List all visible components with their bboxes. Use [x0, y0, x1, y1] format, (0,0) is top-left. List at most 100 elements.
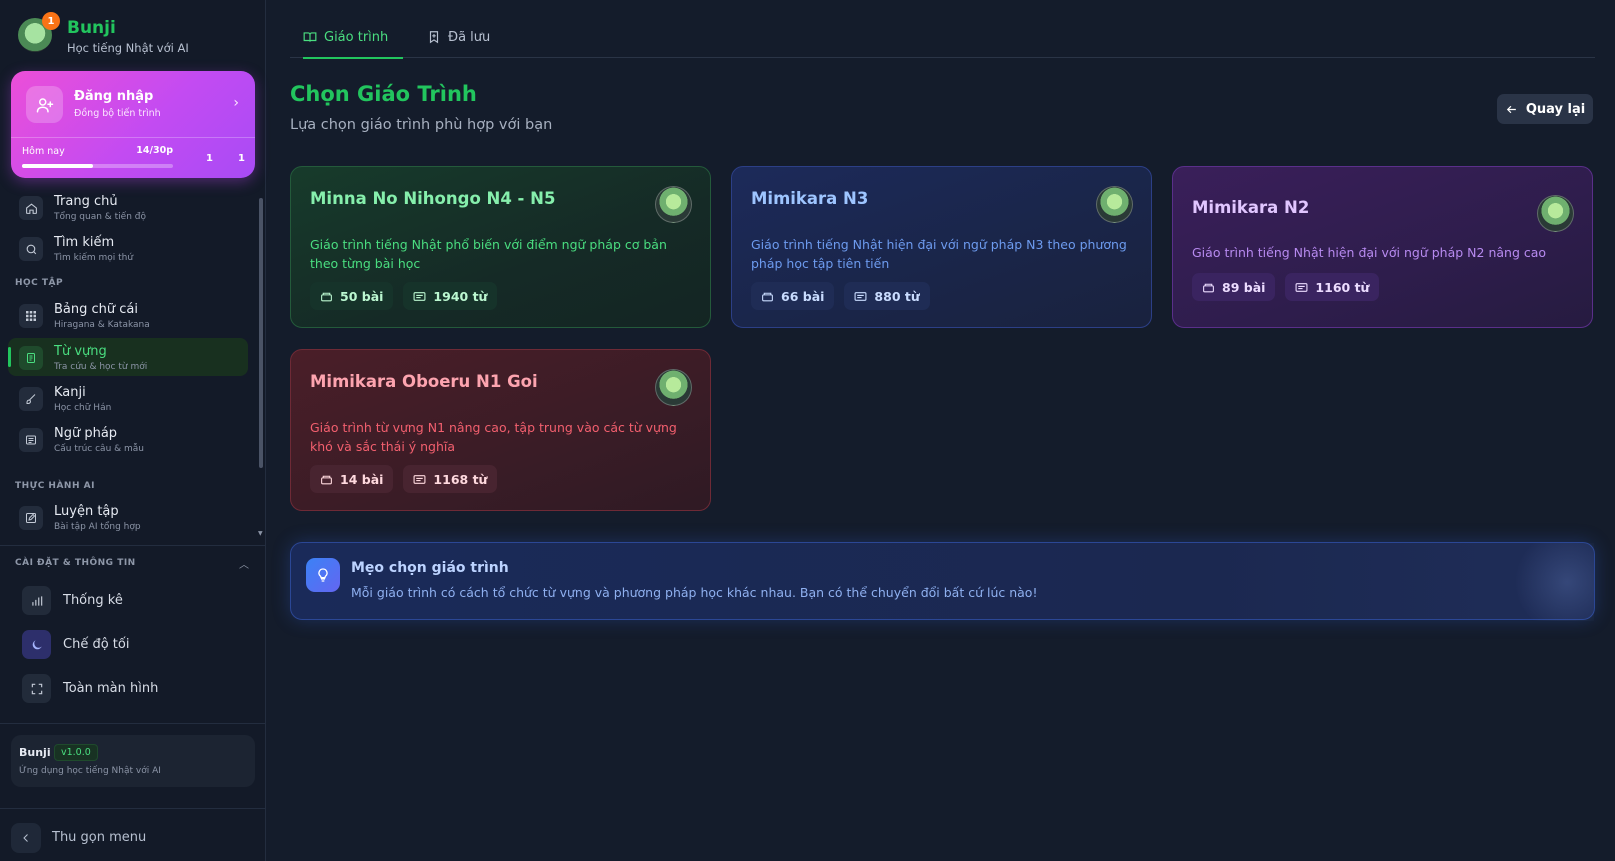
- mascot-avatar: [655, 369, 692, 406]
- list-icon: [19, 428, 43, 452]
- settings-label: Toàn màn hình: [63, 681, 159, 696]
- daily-progress-bar: [22, 164, 173, 168]
- tab-curriculum[interactable]: Giáo trình: [303, 30, 403, 59]
- tab-saved[interactable]: Đã lưu: [427, 30, 517, 58]
- tip-title: Mẹo chọn giáo trình: [351, 560, 509, 576]
- nav-label: Tìm kiếm: [54, 235, 115, 250]
- nav-item-home[interactable]: Trang chủ Tổng quan & tiến độ: [8, 188, 248, 226]
- login-subtitle: Đồng bộ tiến trình: [74, 108, 161, 119]
- back-label: Quay lại: [1525, 101, 1586, 117]
- course-stats: 66 bài 880 từ: [751, 282, 930, 310]
- tip-description: Mỗi giáo trình có cách tổ chức từ vựng v…: [351, 585, 1038, 600]
- settings-heading: CÀI ĐẶT & THÔNG TIN: [15, 558, 136, 568]
- moon-icon: [22, 630, 51, 659]
- settings-label: Chế độ tối: [63, 637, 130, 652]
- nav-sublabel: Cấu trúc câu & mẫu: [54, 444, 144, 454]
- collapse-menu-button[interactable]: [11, 823, 41, 853]
- brush-icon: [19, 387, 43, 411]
- settings-item-fullscreen[interactable]: Toàn màn hình: [22, 674, 252, 704]
- bar-chart-icon: [22, 586, 51, 615]
- settings-label: Thống kê: [63, 593, 123, 608]
- divider: [0, 808, 266, 809]
- version-card: Bunji v1.0.0 Ứng dụng học tiếng Nhật với…: [11, 735, 255, 787]
- mascot-avatar: [1537, 195, 1574, 232]
- level-count: 1: [238, 153, 245, 164]
- text-icon: [413, 291, 426, 301]
- nav-item-search[interactable]: Tìm kiếm Tìm kiếm mọi thứ: [8, 229, 248, 267]
- book-icon: [303, 32, 317, 42]
- divider: [0, 723, 266, 724]
- words-stat: 1160 từ: [1285, 273, 1380, 301]
- lessons-stat: 50 bài: [310, 282, 394, 310]
- home-icon: [19, 196, 43, 220]
- course-description: Giáo trình tiếng Nhật phổ biến với điểm …: [310, 237, 667, 271]
- nav-item-grammar[interactable]: Ngữ pháp Cấu trúc câu & mẫu: [8, 420, 248, 458]
- sidebar-scrollbar[interactable]: [259, 198, 263, 468]
- brand-tagline: Học tiếng Nhật với AI: [67, 41, 189, 55]
- grid-icon: [19, 304, 43, 328]
- course-title: Mimikara Oboeru N1 Goi: [310, 372, 538, 391]
- brand-name: Bunji: [67, 18, 116, 38]
- words-stat: 1940 từ: [403, 282, 498, 310]
- course-stats: 14 bài 1168 từ: [310, 465, 498, 493]
- course-card-mimikara-n3[interactable]: Mimikara N3 Giáo trình tiếng Nhật hiện đ…: [731, 166, 1152, 328]
- scroll-down-icon[interactable]: ▼: [258, 530, 263, 537]
- nav-sublabel: Học chữ Hán: [54, 403, 112, 413]
- page-title: Chọn Giáo Trình: [290, 82, 477, 106]
- tab-label: Giáo trình: [324, 30, 389, 45]
- nav-label: Ngữ pháp: [54, 426, 118, 441]
- arrow-left-icon: [1506, 105, 1516, 113]
- mascot-avatar: [655, 186, 692, 223]
- nav-item-vocabulary[interactable]: Từ vựng Tra cứu & học từ mới: [8, 338, 248, 376]
- brand[interactable]: 1 Bunji Học tiếng Nhật với AI: [16, 12, 256, 58]
- settings-item-dark-mode[interactable]: Chế độ tối: [22, 630, 252, 660]
- mascot-avatar: [1096, 186, 1133, 223]
- bookmark-icon: [429, 31, 439, 44]
- nav-label: Kanji: [54, 385, 86, 400]
- back-button[interactable]: Quay lại: [1497, 94, 1593, 124]
- notification-badge[interactable]: 1: [42, 12, 60, 30]
- nav-label: Bảng chữ cái: [54, 302, 138, 317]
- chevron-up-icon[interactable]: ︿: [239, 556, 249, 571]
- words-stat: 880 từ: [844, 282, 930, 310]
- collapse-menu-label[interactable]: Thu gọn menu: [52, 830, 146, 845]
- nav-sublabel: Hiragana & Katakana: [54, 320, 150, 330]
- course-card-mimikara-n1-goi[interactable]: Mimikara Oboeru N1 Goi Giáo trình từ vựn…: [290, 349, 711, 511]
- course-card-minna[interactable]: Minna No Nihongo N4 - N5 Giáo trình tiến…: [290, 166, 711, 328]
- nav-sublabel: Tra cứu & học từ mới: [54, 362, 148, 372]
- layers-icon: [321, 475, 332, 484]
- version-badge: v1.0.0: [54, 744, 98, 761]
- nav-sublabel: Tìm kiếm mọi thứ: [54, 253, 134, 263]
- daily-progress-text: 14/30p: [136, 145, 173, 156]
- page-subtitle: Lựa chọn giáo trình phù hợp với bạn: [290, 117, 553, 133]
- login-card[interactable]: Đăng nhập Đồng bộ tiến trình › Hôm nay 1…: [11, 71, 255, 178]
- section-heading-study: HỌC TẬP: [15, 278, 64, 288]
- nav-item-practice[interactable]: Luyện tập Bài tập AI tổng hợp: [8, 498, 248, 536]
- lessons-count: 50 bài: [340, 288, 384, 304]
- lessons-count: 89 bài: [1222, 279, 1266, 295]
- layers-icon: [762, 292, 773, 301]
- lessons-stat: 89 bài: [1192, 273, 1276, 301]
- nav-sublabel: Tổng quan & tiến độ: [54, 212, 147, 222]
- text-icon: [1295, 282, 1308, 292]
- lessons-stat: 14 bài: [310, 465, 394, 493]
- settings-item-statistics[interactable]: Thống kê: [22, 586, 252, 616]
- course-description: Giáo trình tiếng Nhật hiện đại với ngữ p…: [1192, 245, 1547, 260]
- edit-icon: [19, 506, 43, 530]
- document-icon: [19, 346, 43, 370]
- chevron-left-icon: [23, 834, 28, 842]
- nav-label: Từ vựng: [54, 344, 107, 359]
- course-stats: 50 bài 1940 từ: [310, 282, 498, 310]
- nav-item-alphabet[interactable]: Bảng chữ cái Hiragana & Katakana: [8, 296, 248, 334]
- app-name: Bunji: [19, 746, 51, 759]
- course-stats: 89 bài 1160 từ: [1192, 273, 1380, 301]
- course-card-mimikara-n2[interactable]: Mimikara N2 Giáo trình tiếng Nhật hiện đ…: [1172, 166, 1593, 328]
- chevron-right-icon: ›: [233, 95, 239, 111]
- app-description: Ứng dụng học tiếng Nhật với AI: [19, 766, 161, 776]
- course-description: Giáo trình tiếng Nhật hiện đại với ngữ p…: [751, 237, 1127, 271]
- course-title: Minna No Nihongo N4 - N5: [310, 189, 556, 208]
- words-count: 880 từ: [874, 288, 920, 304]
- nav-item-kanji[interactable]: Kanji Học chữ Hán: [8, 379, 248, 417]
- text-icon: [854, 291, 867, 301]
- nav-label: Trang chủ: [54, 194, 118, 209]
